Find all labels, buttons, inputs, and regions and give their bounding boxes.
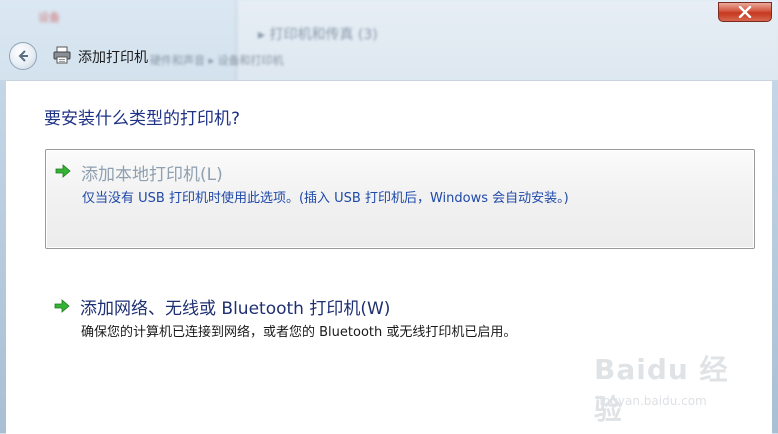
page-question: 要安装什么类型的打印机? (44, 109, 241, 129)
window-title: 添加打印机 (78, 50, 148, 66)
close-button[interactable] (718, 2, 772, 22)
close-icon (738, 6, 752, 18)
option-title: 添加网络、无线或 Bluetooth 打印机(W) (80, 299, 391, 319)
option-description: 仅当没有 USB 打印机时使用此选项。(插入 USB 打印机后，Windows … (82, 191, 569, 206)
back-arrow-icon (18, 50, 28, 62)
back-button[interactable] (9, 42, 37, 70)
option-add-network-printer[interactable]: 添加网络、无线或 Bluetooth 打印机(W) 确保您的计算机已连接到网络，… (45, 281, 755, 351)
option-add-local-printer[interactable]: 添加本地打印机(L) 仅当没有 USB 打印机时使用此选项。(插入 USB 打印… (45, 149, 755, 249)
background-panel (236, 0, 778, 90)
green-arrow-icon (54, 299, 70, 313)
watermark-sub: jingyan.baidu.com (596, 394, 707, 408)
background-path: 硬件和声音 ▸ 设备和打印机 (150, 54, 284, 67)
background-panel-title: ▸ 打印机和传真 (3) (258, 27, 378, 43)
window-frame-right (772, 80, 778, 433)
option-description: 确保您的计算机已连接到网络，或者您的 Bluetooth 或无线打印机已启用。 (81, 325, 517, 340)
watermark: Baidu 经验 jingyan.baidu.com (594, 348, 744, 426)
green-arrow-icon (55, 164, 71, 178)
printer-icon (53, 46, 71, 64)
background-red-text: 设备 (38, 11, 60, 24)
option-title: 添加本地打印机(L) (81, 165, 223, 185)
watermark-text: Baidu 经验 (594, 353, 729, 426)
